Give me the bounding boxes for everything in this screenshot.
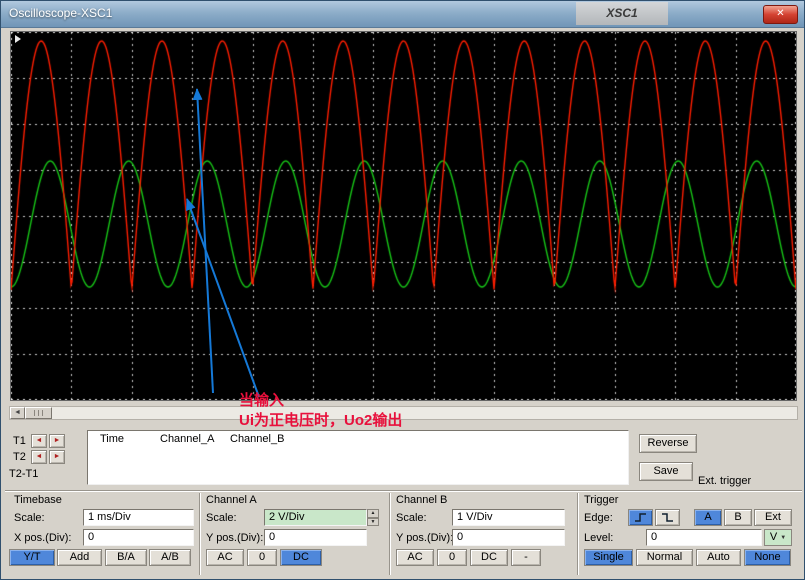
oscilloscope-window: Oscilloscope-XSC1 XSC1 ✕ 当输入 Ui为正电压时，Uo2…	[0, 0, 805, 580]
trigger-level-label: Level:	[584, 532, 613, 544]
trigger-source-ext-button[interactable]: Ext	[754, 509, 792, 526]
channel-b-scale-field[interactable]: 1 V/Div	[452, 509, 565, 526]
channel-a-scale-field[interactable]: 2 V/Div	[264, 509, 367, 526]
t2-left-icon: ◄	[36, 453, 43, 460]
trigger-level-unit: V	[770, 531, 777, 543]
save-button[interactable]: Save	[639, 462, 693, 481]
scroll-left-icon: ◄	[14, 409, 21, 416]
annotation-text-line2: Ui为正电压时，Uo2输出	[239, 409, 402, 430]
channel-a-ypos-label: Y pos.(Div):	[206, 532, 263, 544]
readout-col-time: Time	[100, 433, 124, 445]
t2-right-button[interactable]: ►	[49, 450, 65, 464]
ext-trigger-label: Ext. trigger	[698, 475, 751, 487]
t1-left-icon: ◄	[36, 437, 43, 444]
t1-left-button[interactable]: ◄	[31, 434, 47, 448]
rising-edge-icon	[633, 512, 649, 523]
timebase-scale-label: Scale:	[14, 512, 45, 524]
channel-b-ypos-label: Y pos.(Div):	[396, 532, 453, 544]
divider-chb-trigger	[577, 493, 579, 575]
channel-a-title: Channel A	[206, 494, 257, 506]
channel-b-ypos-field[interactable]: 0	[452, 529, 565, 546]
scrollbar-grip-icon	[34, 410, 44, 416]
measurement-readout: Time Channel_A Channel_B	[87, 430, 629, 485]
trigger-source-b-button[interactable]: B	[724, 509, 752, 526]
timebase-scale-field[interactable]: 1 ms/Div	[83, 509, 194, 526]
readout-col-channel-a: Channel_A	[160, 433, 214, 445]
trigger-level-field[interactable]: 0	[646, 529, 762, 546]
cursor-t1-label: T1	[13, 435, 26, 447]
panel-divider	[5, 490, 802, 492]
channel-b-scale-label: Scale:	[396, 512, 427, 524]
trigger-edge-falling-button[interactable]	[655, 509, 680, 526]
close-button[interactable]: ✕	[763, 5, 798, 24]
divider-timebase-cha	[199, 493, 201, 575]
channel-b-dc-button[interactable]: DC	[470, 549, 508, 566]
cursor-t2-label: T2	[13, 451, 26, 463]
trigger-auto-button[interactable]: Auto	[696, 549, 741, 566]
trigger-single-button[interactable]: Single	[584, 549, 633, 566]
channel-b-title: Channel B	[396, 494, 447, 506]
spinner-down-icon: ▼	[371, 519, 376, 525]
timebase-ab-button[interactable]: A/B	[149, 549, 191, 566]
channel-b-zero-button[interactable]: 0	[437, 549, 467, 566]
spinner-up-button[interactable]: ▲	[367, 509, 379, 518]
falling-edge-icon	[660, 512, 676, 523]
trigger-edge-label: Edge:	[584, 512, 613, 524]
t2-right-icon: ►	[54, 453, 61, 460]
scope-canvas	[11, 32, 796, 400]
cursor-diff-label: T2-T1	[9, 468, 38, 480]
timebase-xpos-label: X pos.(Div):	[14, 532, 71, 544]
title-bar[interactable]: Oscilloscope-XSC1 XSC1 ✕	[1, 1, 804, 28]
trigger-level-unit-select[interactable]: V ▼	[764, 529, 792, 546]
scrollbar-handle[interactable]	[25, 407, 52, 419]
close-icon: ✕	[776, 8, 784, 19]
spinner-down-button[interactable]: ▼	[367, 518, 379, 526]
timebase-yt-button[interactable]: Y/T	[9, 549, 55, 566]
divider-cha-chb	[389, 493, 391, 575]
channel-a-ac-button[interactable]: AC	[206, 549, 244, 566]
window-title: Oscilloscope-XSC1	[9, 6, 112, 20]
trigger-none-button[interactable]: None	[744, 549, 791, 566]
trigger-edge-rising-button[interactable]	[628, 509, 653, 526]
trigger-title: Trigger	[584, 494, 618, 506]
channel-a-dc-button[interactable]: DC	[280, 549, 322, 566]
annotation-text-line1: 当输入	[239, 389, 284, 410]
channel-a-scale-label: Scale:	[206, 512, 237, 524]
reverse-button[interactable]: Reverse	[639, 434, 697, 453]
t1-right-icon: ►	[54, 437, 61, 444]
scope-scrollbar[interactable]: ◄	[9, 406, 798, 420]
timebase-ba-button[interactable]: B/A	[105, 549, 147, 566]
scroll-left-button[interactable]: ◄	[10, 407, 25, 419]
channel-a-scale-spinner: ▲ ▼	[367, 509, 379, 526]
channel-b-minus-button[interactable]: -	[511, 549, 541, 566]
trigger-source-a-button[interactable]: A	[694, 509, 722, 526]
trigger-normal-button[interactable]: Normal	[636, 549, 693, 566]
timebase-add-button[interactable]: Add	[57, 549, 102, 566]
readout-col-channel-b: Channel_B	[230, 433, 284, 445]
scope-display	[10, 31, 797, 401]
channel-b-ac-button[interactable]: AC	[396, 549, 434, 566]
spinner-up-icon: ▲	[371, 510, 376, 516]
channel-a-ypos-field[interactable]: 0	[264, 529, 367, 546]
trace-start-marker-icon	[15, 35, 21, 43]
timebase-xpos-field[interactable]: 0	[83, 529, 194, 546]
t1-right-button[interactable]: ►	[49, 434, 65, 448]
timebase-title: Timebase	[14, 494, 62, 506]
channel-a-zero-button[interactable]: 0	[247, 549, 277, 566]
chevron-down-icon: ▼	[780, 535, 786, 541]
background-component-label: XSC1	[576, 2, 668, 25]
t2-left-button[interactable]: ◄	[31, 450, 47, 464]
